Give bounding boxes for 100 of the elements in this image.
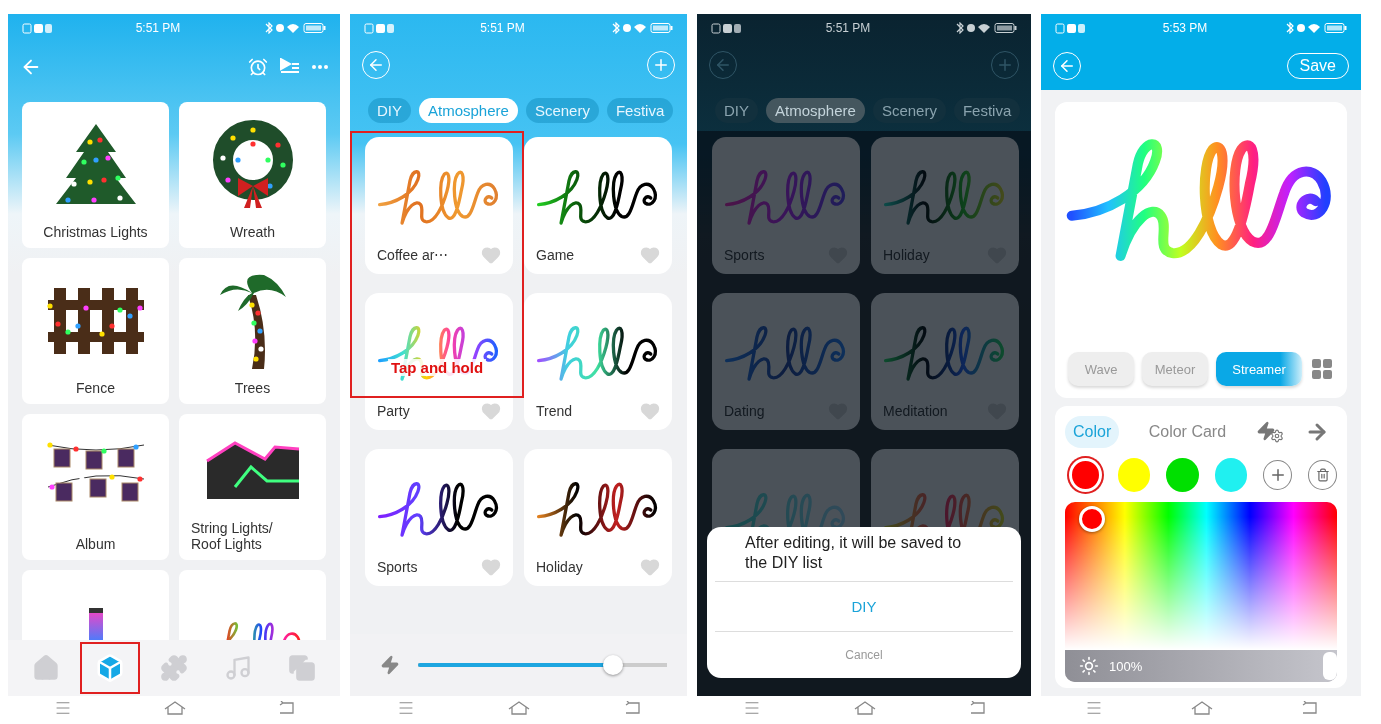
scene-card[interactable]: Trees (179, 258, 326, 404)
scene-card[interactable]: Album (22, 414, 169, 560)
music-note-icon (224, 654, 252, 682)
back-icon[interactable] (624, 701, 641, 715)
callout-text: Tap and hold (387, 359, 487, 376)
cancel-button[interactable]: Cancel (715, 632, 1013, 678)
status-icons-drawing (1285, 22, 1347, 34)
effect-card[interactable]: Sports (365, 449, 513, 586)
alarm-clock-icon (248, 57, 268, 77)
scene-label: Christmas Lights (43, 224, 148, 240)
plus-icon (652, 56, 670, 74)
menu-icon[interactable] (396, 699, 415, 717)
more-button[interactable] (312, 65, 328, 69)
effect-label: Trend (536, 403, 573, 419)
home-icon[interactable] (1191, 701, 1213, 715)
scene-card[interactable]: Christmas Lights (22, 102, 169, 248)
heart-icon[interactable] (640, 401, 660, 421)
scene-label: String Lights/ Roof Lights (191, 520, 273, 552)
effect-card[interactable]: Trend (524, 293, 672, 430)
cube-icon (95, 653, 125, 683)
heart-icon[interactable] (640, 557, 660, 577)
category-tab[interactable]: Festiva (606, 98, 674, 123)
dialog-message: After editing, it will be saved to the DIY list (715, 533, 1013, 582)
status-icons-drawing (955, 22, 1017, 34)
mode-button[interactable]: Meteor (1142, 352, 1208, 386)
heart-icon[interactable] (640, 245, 660, 265)
home-icon[interactable] (854, 701, 876, 715)
status-time: 5:51 PM (480, 21, 525, 35)
playlist-button[interactable] (280, 58, 300, 76)
back-icon[interactable] (968, 701, 985, 715)
color-swatch[interactable] (1166, 458, 1199, 492)
effect-label: Sports (724, 247, 765, 263)
lightning-gear-icon[interactable] (1255, 421, 1284, 443)
effect-label: Game (536, 247, 575, 263)
heart-icon[interactable] (481, 557, 501, 577)
status-icons-drawing (264, 22, 326, 34)
sun-icon (1079, 656, 1099, 676)
back-icon[interactable] (1301, 701, 1317, 715)
heart-icon[interactable] (481, 401, 501, 421)
heart-icon[interactable] (481, 245, 501, 265)
category-tab[interactable]: Atmosphere (419, 98, 518, 123)
notification-icons-drawing (22, 22, 52, 34)
status-time: 5:53 PM (1162, 21, 1208, 35)
status-time: 5:51 PM (135, 21, 181, 35)
alarm-clock-button[interactable] (248, 57, 268, 77)
status-time: 5:51 PM (825, 21, 871, 35)
scene-card[interactable]: Fence (22, 258, 169, 404)
diy-button[interactable]: DIY (715, 582, 1013, 632)
mode-button[interactable]: Streamer (1216, 352, 1302, 386)
scene-label: Album (75, 536, 116, 552)
category-tab[interactable]: Scenery (525, 98, 599, 123)
color-tab[interactable]: Color (1065, 416, 1120, 448)
brightness-thumb[interactable] (1323, 652, 1337, 680)
status-icons-drawing (611, 22, 673, 34)
notification-icons-drawing (364, 22, 394, 34)
home-icon (32, 654, 60, 682)
scene-label: Trees (234, 380, 271, 396)
mode-button[interactable]: Wave (1068, 352, 1134, 386)
notification-icons-drawing (711, 22, 741, 34)
scene-card[interactable]: Wreath (179, 102, 326, 248)
menu-icon[interactable] (54, 699, 72, 717)
scene-label: Fence (76, 380, 115, 396)
add-color-button[interactable] (1263, 460, 1293, 490)
color-swatch[interactable] (1069, 458, 1102, 492)
plus-icon (996, 56, 1014, 74)
color-swatch[interactable] (1214, 458, 1248, 492)
effect-card[interactable]: Game (524, 137, 672, 274)
menu-icon[interactable] (743, 699, 762, 717)
color-picker[interactable] (1065, 502, 1337, 650)
color-tab[interactable]: Color Card (1140, 416, 1235, 448)
effect-card[interactable]: Holiday (524, 449, 672, 586)
category-tab[interactable]: DIY (715, 98, 758, 123)
scene-card[interactable]: String Lights/ Roof Lights (179, 414, 326, 560)
effect-label: Party (377, 403, 410, 419)
effect-label: Meditation (883, 403, 948, 419)
effect-label: Holiday (883, 247, 930, 263)
home-icon[interactable] (164, 701, 186, 715)
back-icon[interactable] (278, 701, 294, 715)
color-swatch[interactable] (1117, 458, 1151, 492)
category-tab[interactable]: Scenery (872, 98, 946, 123)
menu-icon[interactable] (1085, 699, 1103, 717)
delete-button[interactable] (1308, 460, 1337, 490)
grid-icon[interactable] (1310, 357, 1334, 381)
effect-label: Coffee ar⋯ (377, 247, 449, 263)
effect-label: Sports (377, 559, 418, 575)
effect-label: Dating (724, 403, 765, 419)
slider-thumb[interactable] (603, 655, 624, 675)
lightning-icon (380, 655, 400, 675)
nav-tab[interactable] (80, 642, 140, 694)
trash-icon (1315, 468, 1330, 482)
category-tab[interactable]: Atmosphere (766, 98, 865, 123)
effect-card[interactable]: Coffee ar⋯ (365, 137, 513, 274)
copy-icon (288, 654, 316, 682)
category-tab[interactable]: Festiva (953, 98, 1021, 123)
notification-icons-drawing (1055, 22, 1085, 34)
category-tab[interactable]: DIY (368, 98, 411, 123)
scene-label: Wreath (230, 224, 275, 240)
picker-thumb[interactable] (1079, 506, 1105, 532)
brightness-slider[interactable]: 100% (1065, 650, 1337, 682)
home-icon[interactable] (508, 701, 531, 715)
